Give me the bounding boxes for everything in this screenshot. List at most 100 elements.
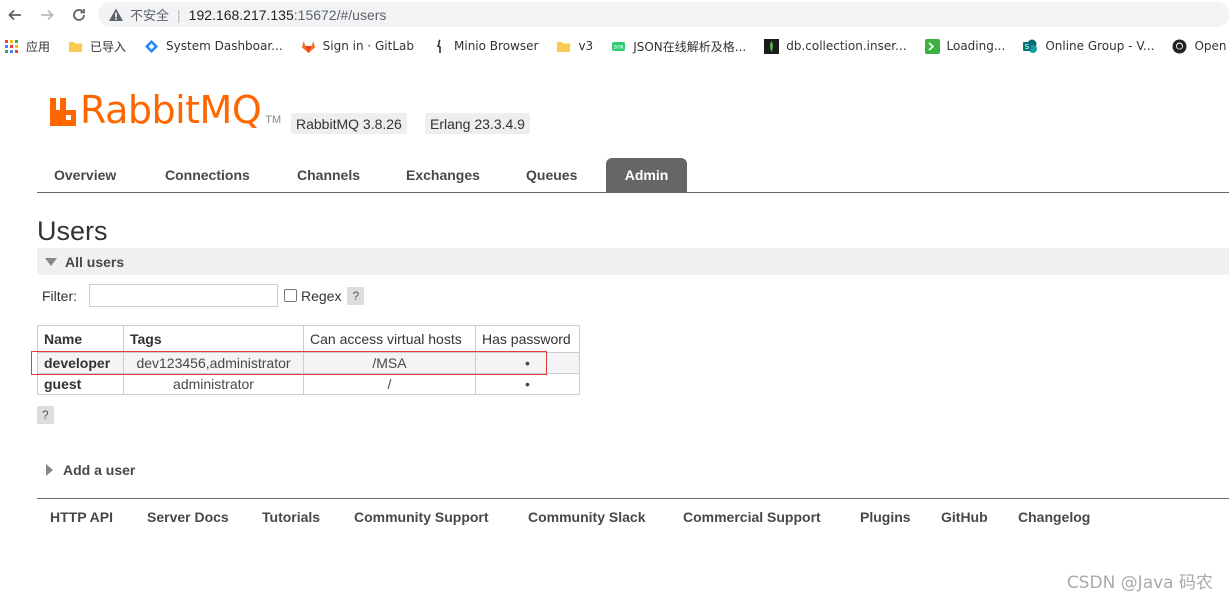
section-title: All users <box>65 253 125 270</box>
bookmark-loading[interactable]: Loading... <box>924 38 1006 54</box>
tab-exchanges[interactable]: Exchanges <box>390 158 496 192</box>
users-table: Name Tags Can access virtual hosts Has p… <box>37 325 580 395</box>
url-path: :15672/#/users <box>293 6 387 23</box>
bookmark-label: v3 <box>578 39 594 53</box>
apps-grid-icon <box>5 39 18 53</box>
bookmarks-bar: 应用 已导入 System Dashboar... Sign in · GitL… <box>0 34 1229 58</box>
filter-row: Filter: Regex ? <box>42 283 365 308</box>
bookmark-label: Minio Browser <box>454 39 539 53</box>
bookmark-label: 已导入 <box>90 39 127 54</box>
url-separator: | <box>177 6 181 23</box>
col-has-password: Has password <box>475 325 580 353</box>
svg-text:S: S <box>1025 43 1030 51</box>
tab-channels[interactable]: Channels <box>281 158 376 192</box>
bookmark-json[interactable]: JSON JSON在线解析及格... <box>611 38 746 55</box>
bookmark-label: 应用 <box>26 39 51 54</box>
minio-icon <box>436 38 441 53</box>
user-vhosts: /MSA <box>303 352 476 374</box>
bookmark-label: System Dashboar... <box>166 39 283 53</box>
regex-checkbox[interactable] <box>284 289 297 302</box>
bookmark-apps[interactable]: 应用 <box>4 38 50 55</box>
folder-icon <box>69 41 83 52</box>
regex-help-button[interactable]: ? <box>347 286 365 305</box>
tab-admin[interactable]: Admin <box>606 158 687 192</box>
footer-link-changelog[interactable]: Changelog <box>1018 509 1090 525</box>
github-icon <box>1172 39 1187 53</box>
filter-input[interactable] <box>89 284 278 307</box>
all-users-section-toggle[interactable]: All users <box>37 248 1229 275</box>
footer: HTTP API Server Docs Tutorials Community… <box>37 498 1229 538</box>
regex-label: Regex <box>301 287 342 304</box>
svg-text:JSON: JSON <box>613 44 624 49</box>
col-name: Name <box>37 325 124 353</box>
browser-toolbar: 不安全 | 192.168.217.135:15672/#/users <box>0 0 1229 30</box>
logo-trademark: TM <box>265 114 282 126</box>
bookmark-imported[interactable]: 已导入 <box>68 38 126 55</box>
user-has-password: • <box>475 373 580 395</box>
footer-link-community-slack[interactable]: Community Slack <box>528 509 645 525</box>
footer-link-plugins[interactable]: Plugins <box>860 509 911 525</box>
tab-connections[interactable]: Connections <box>149 158 266 192</box>
col-vhosts: Can access virtual hosts <box>303 325 476 353</box>
collapse-triangle-icon <box>45 257 57 266</box>
user-has-password: • <box>475 352 580 374</box>
user-name-link[interactable]: guest <box>37 373 124 395</box>
footer-link-github[interactable]: GitHub <box>941 509 988 525</box>
table-help-button[interactable]: ? <box>37 406 54 424</box>
user-tags: administrator <box>123 373 304 395</box>
add-user-section-toggle[interactable]: Add a user <box>46 462 135 478</box>
footer-link-commercial-support[interactable]: Commercial Support <box>683 509 821 525</box>
gitlab-icon <box>301 40 315 53</box>
bookmark-label: Loading... <box>946 39 1006 53</box>
address-bar[interactable]: 不安全 | 192.168.217.135:15672/#/users <box>98 2 1229 27</box>
forward-icon[interactable] <box>36 4 58 26</box>
table-header-row: Name Tags Can access virtual hosts Has p… <box>37 325 580 353</box>
footer-link-community-support[interactable]: Community Support <box>354 509 489 525</box>
bookmark-label: Open Zipk <box>1194 39 1229 53</box>
logo-text: RabbitMQ <box>80 88 262 132</box>
tab-queues[interactable]: Queues <box>510 158 593 192</box>
bookmark-gitlab[interactable]: Sign in · GitLab <box>301 39 414 54</box>
bookmark-online-group[interactable]: S Online Group - V... <box>1023 39 1154 54</box>
folder-icon <box>557 41 571 52</box>
col-tags: Tags <box>123 325 304 353</box>
watermark: CSDN @Java 码农 <box>1066 573 1213 593</box>
rabbitmq-logo-icon <box>50 98 76 126</box>
footer-link-http-api[interactable]: HTTP API <box>50 509 113 525</box>
sharepoint-icon: S <box>1023 39 1038 53</box>
url-host: 192.168.217.135 <box>188 6 294 23</box>
json-icon: JSON <box>612 41 626 51</box>
warning-icon[interactable] <box>108 7 124 23</box>
table-row[interactable]: guest administrator / • <box>37 373 580 395</box>
erlang-version: Erlang 23.3.4.9 <box>425 113 530 134</box>
tab-overview[interactable]: Overview <box>38 158 132 192</box>
bookmark-system-dashboard[interactable]: System Dashboar... <box>144 39 283 54</box>
bookmark-db-collection[interactable]: db.collection.inser... <box>764 38 907 54</box>
mongodb-icon <box>764 38 780 54</box>
bookmark-label: Online Group - V... <box>1045 39 1155 53</box>
bookmark-open-zipkin[interactable]: Open Zipk <box>1172 39 1229 54</box>
back-icon[interactable] <box>4 4 26 26</box>
filter-label: Filter: <box>42 287 77 304</box>
bookmark-minio[interactable]: Minio Browser <box>432 38 539 54</box>
rabbitmq-version: RabbitMQ 3.8.26 <box>291 113 407 134</box>
rabbitmq-logo[interactable]: RabbitMQ TM <box>48 88 282 132</box>
user-tags: dev123456,administrator <box>123 352 304 374</box>
expand-triangle-icon <box>46 464 53 476</box>
main-tabs: Overview Connections Channels Exchanges … <box>37 158 1229 193</box>
user-vhosts: / <box>303 373 476 395</box>
bookmark-label: Sign in · GitLab <box>322 39 415 53</box>
terminal-icon <box>924 38 940 54</box>
reload-icon[interactable] <box>68 4 90 26</box>
diamond-icon <box>145 39 159 53</box>
add-user-label: Add a user <box>63 462 136 478</box>
table-row[interactable]: developer dev123456,administrator /MSA • <box>37 352 580 374</box>
insecure-label: 不安全 <box>130 9 170 24</box>
bookmark-v3[interactable]: v3 <box>556 39 593 54</box>
footer-link-server-docs[interactable]: Server Docs <box>147 509 229 525</box>
user-name-link[interactable]: developer <box>37 352 124 374</box>
page-title: Users <box>37 216 108 246</box>
bookmark-label: db.collection.inser... <box>786 39 907 53</box>
bookmark-label: JSON在线解析及格... <box>633 39 747 54</box>
footer-link-tutorials[interactable]: Tutorials <box>262 509 320 525</box>
